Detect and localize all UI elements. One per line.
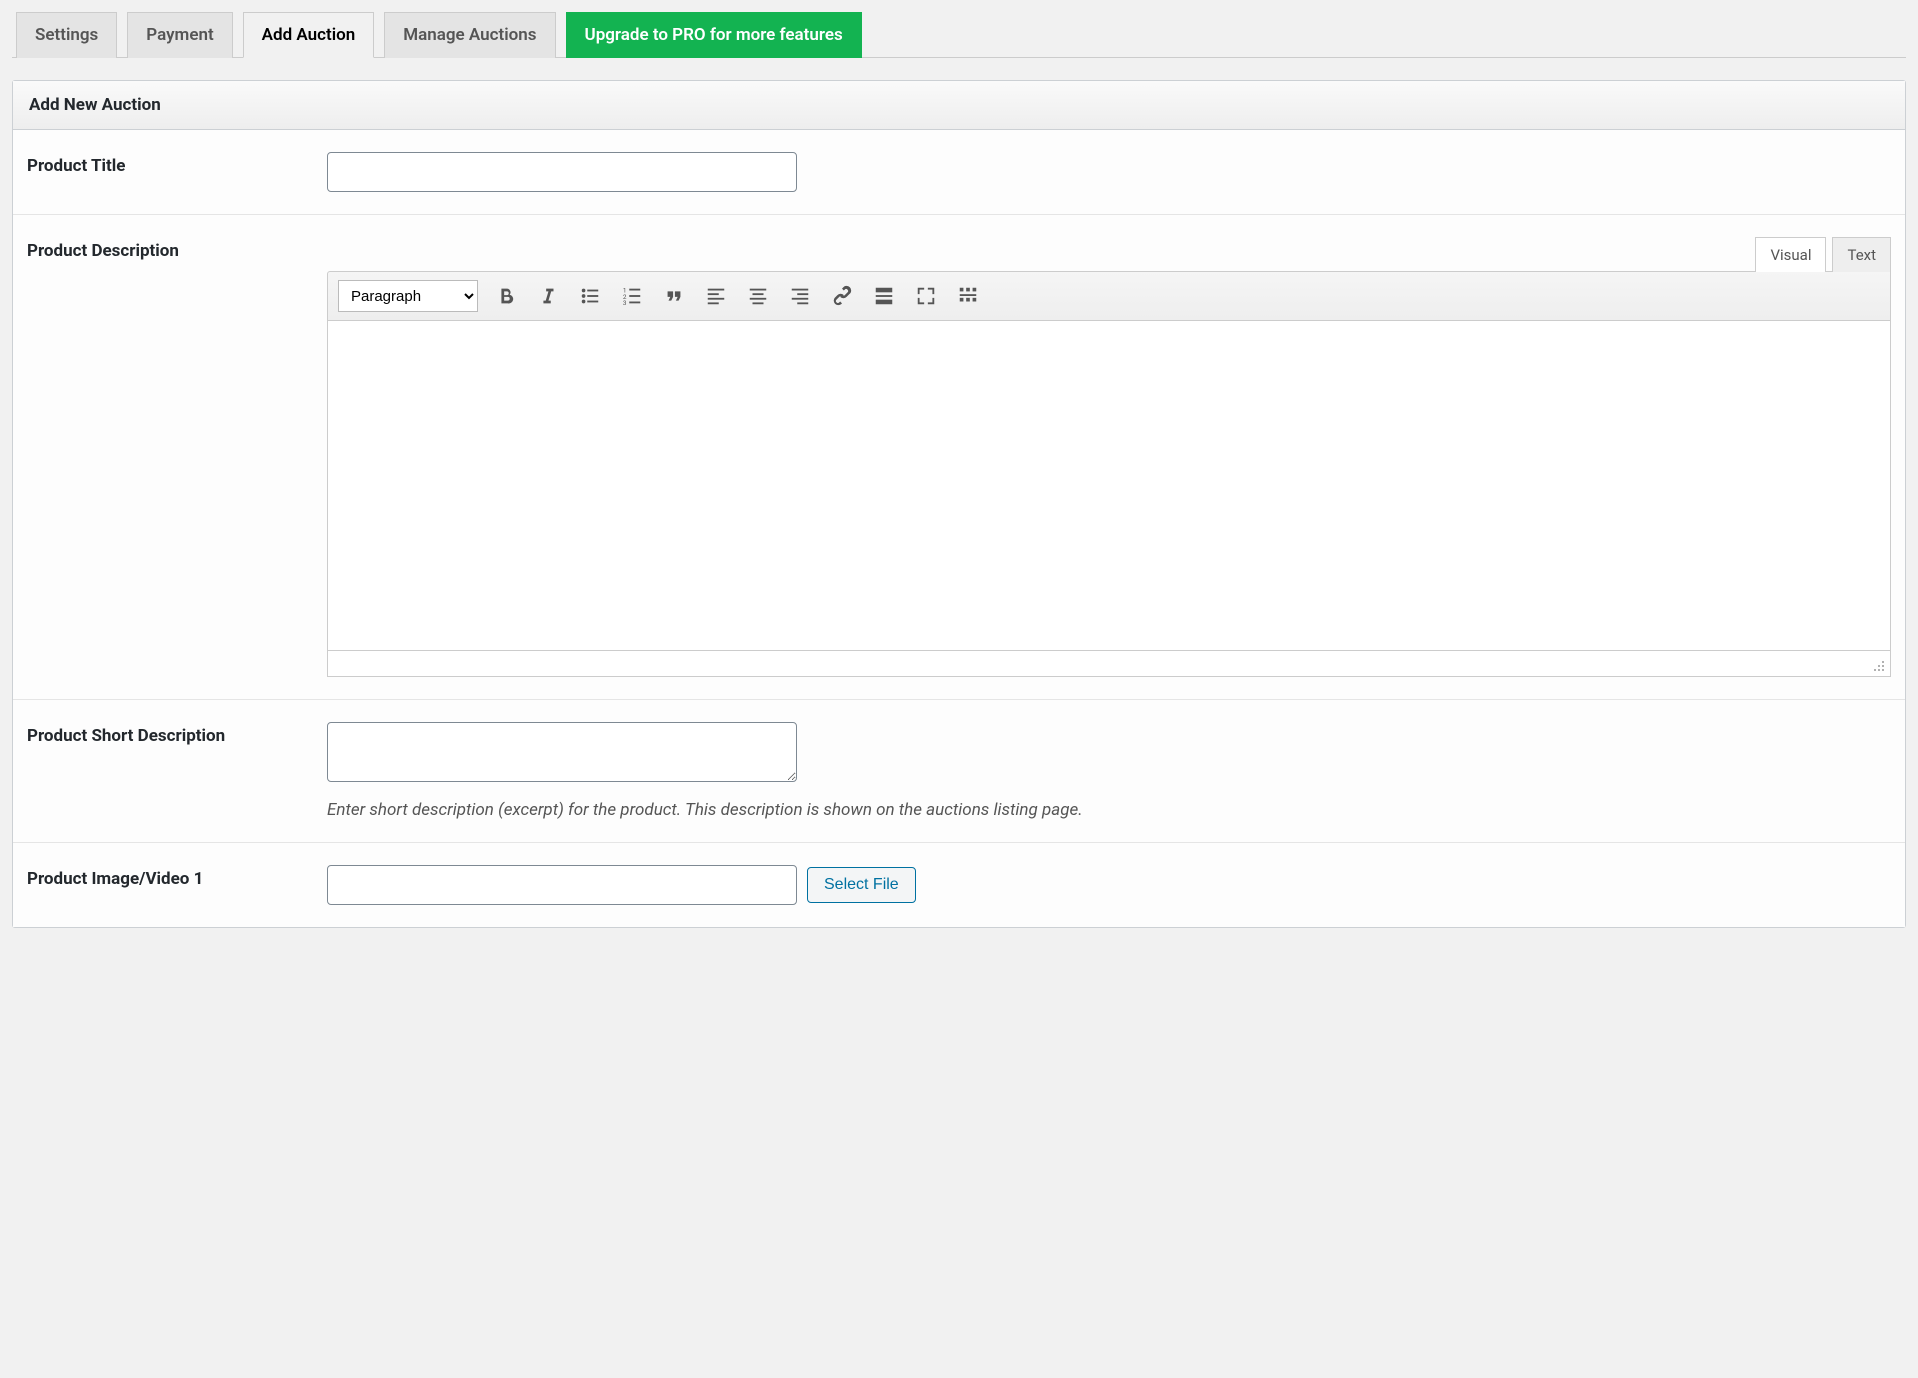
tab-manage-auctions[interactable]: Manage Auctions bbox=[384, 12, 555, 58]
panel-title: Add New Auction bbox=[13, 81, 1905, 130]
editor-tab-visual[interactable]: Visual bbox=[1755, 237, 1826, 272]
product-short-description-input[interactable] bbox=[327, 722, 797, 782]
tab-settings[interactable]: Settings bbox=[16, 12, 117, 58]
product-short-description-row: Product Short Description Enter short de… bbox=[13, 700, 1905, 843]
svg-text:3: 3 bbox=[623, 299, 627, 307]
bullet-list-icon[interactable] bbox=[576, 282, 604, 310]
numbered-list-icon[interactable]: 123 bbox=[618, 282, 646, 310]
rich-text-editor: Visual Text Paragraph 123 bbox=[327, 237, 1891, 677]
align-right-icon[interactable] bbox=[786, 282, 814, 310]
editor-toolbar: Paragraph 123 bbox=[327, 271, 1891, 321]
editor-tab-text[interactable]: Text bbox=[1832, 237, 1891, 272]
product-title-input[interactable] bbox=[327, 152, 797, 192]
product-title-label: Product Title bbox=[27, 152, 327, 176]
product-image-video-input[interactable] bbox=[327, 865, 797, 905]
editor-content-area[interactable] bbox=[327, 321, 1891, 651]
align-left-icon[interactable] bbox=[702, 282, 730, 310]
italic-icon[interactable] bbox=[534, 282, 562, 310]
editor-status-bar bbox=[327, 651, 1891, 677]
product-description-row: Product Description Visual Text Paragrap… bbox=[13, 215, 1905, 700]
resize-handle-icon[interactable] bbox=[1873, 660, 1887, 674]
short-description-help: Enter short description (excerpt) for th… bbox=[327, 800, 1891, 820]
align-center-icon[interactable] bbox=[744, 282, 772, 310]
tab-add-auction[interactable]: Add Auction bbox=[243, 12, 375, 58]
product-description-label: Product Description bbox=[27, 237, 327, 261]
format-select[interactable]: Paragraph bbox=[338, 280, 478, 312]
bold-icon[interactable] bbox=[492, 282, 520, 310]
fullscreen-icon[interactable] bbox=[912, 282, 940, 310]
product-short-description-label: Product Short Description bbox=[27, 722, 327, 746]
tab-payment[interactable]: Payment bbox=[127, 12, 232, 58]
tab-bar: Settings Payment Add Auction Manage Auct… bbox=[12, 12, 1906, 58]
link-icon[interactable] bbox=[828, 282, 856, 310]
product-image-video-row: Product Image/Video 1 Select File bbox=[13, 843, 1905, 927]
add-auction-panel: Add New Auction Product Title Product De… bbox=[12, 80, 1906, 928]
read-more-icon[interactable] bbox=[870, 282, 898, 310]
select-file-button[interactable]: Select File bbox=[807, 867, 916, 903]
tab-upgrade-pro[interactable]: Upgrade to PRO for more features bbox=[566, 12, 862, 58]
product-title-row: Product Title bbox=[13, 130, 1905, 215]
toolbar-toggle-icon[interactable] bbox=[954, 282, 982, 310]
product-image-video-label: Product Image/Video 1 bbox=[27, 865, 327, 889]
blockquote-icon[interactable] bbox=[660, 282, 688, 310]
